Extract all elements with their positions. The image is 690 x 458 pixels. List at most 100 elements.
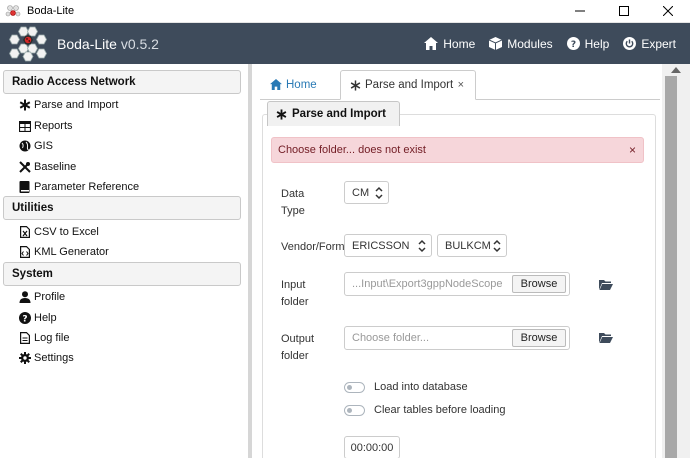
table-icon bbox=[18, 120, 31, 133]
sidebar-item-settings[interactable]: Settings bbox=[18, 349, 74, 367]
sidebar-item-parse-import[interactable]: Parse and Import bbox=[18, 96, 118, 114]
input-folder-label-line2: folder bbox=[281, 296, 309, 308]
tab-parse-import[interactable]: Parse and Import × bbox=[340, 70, 476, 100]
file-code-icon bbox=[18, 246, 31, 259]
sidebar-item-label: Reports bbox=[34, 120, 73, 132]
sidebar-section-system: System bbox=[3, 262, 241, 286]
sidebar-item-profile[interactable]: Profile bbox=[18, 288, 65, 306]
toggle-switch[interactable] bbox=[344, 404, 365, 416]
tab-home-label: Home bbox=[286, 78, 317, 91]
sidebar-item-label: Log file bbox=[34, 332, 70, 344]
clear-tables-toggle[interactable]: Clear tables before loading bbox=[344, 404, 505, 416]
output-folder-label: Output folder bbox=[281, 331, 314, 365]
close-icon bbox=[663, 6, 673, 16]
tools-icon bbox=[18, 161, 31, 174]
nav-modules-label: Modules bbox=[507, 36, 553, 51]
nav-help-label: Help bbox=[584, 36, 610, 51]
data-type-select[interactable]: CM bbox=[344, 181, 389, 204]
cube-icon bbox=[489, 37, 503, 50]
sidebar-item-kml-generator[interactable]: KML Generator bbox=[18, 243, 109, 261]
close-window-button[interactable] bbox=[646, 0, 690, 22]
alert-message: Choose folder... does not exist bbox=[278, 144, 426, 156]
sidebar-item-label: Baseline bbox=[34, 161, 77, 173]
load-into-database-toggle[interactable]: Load into database bbox=[344, 381, 468, 393]
input-folder-label: Input folder bbox=[281, 277, 309, 311]
window-titlebar: Boda-Lite bbox=[0, 0, 690, 23]
data-type-label: Data Type bbox=[281, 186, 305, 220]
sidebar-item-label: GIS bbox=[34, 140, 53, 152]
file-excel-icon bbox=[18, 226, 31, 239]
toggle-switch[interactable] bbox=[344, 381, 365, 393]
chevron-updown-icon bbox=[375, 186, 383, 200]
input-browse-button[interactable]: Browse bbox=[512, 275, 566, 293]
output-browse-button[interactable]: Browse bbox=[512, 329, 566, 347]
maximize-button[interactable] bbox=[602, 0, 646, 22]
sidebar-item-gis[interactable]: GIS bbox=[18, 137, 53, 155]
folder-open-icon[interactable] bbox=[599, 279, 613, 291]
vendor-select[interactable]: ERICSSON bbox=[344, 234, 432, 257]
nav-help[interactable]: ? Help bbox=[566, 36, 610, 51]
vendor-value: ERICSSON bbox=[352, 239, 410, 252]
nav-home[interactable]: Home bbox=[424, 37, 475, 51]
input-folder-value: ...Input\Export3gppNodeScope bbox=[352, 278, 503, 290]
output-folder-field[interactable]: Choose folder... Browse bbox=[344, 326, 570, 350]
format-select[interactable]: BULKCM bbox=[437, 234, 507, 257]
window-title: Boda-Lite bbox=[27, 5, 75, 17]
svg-text:?: ? bbox=[22, 315, 27, 325]
input-folder-field[interactable]: ...Input\Export3gppNodeScope Browse bbox=[344, 272, 570, 296]
user-icon bbox=[18, 291, 31, 304]
sidebar-item-help[interactable]: ? Help bbox=[18, 309, 57, 327]
tab-close-button[interactable]: × bbox=[458, 79, 464, 91]
power-icon bbox=[623, 37, 637, 50]
help-icon: ? bbox=[18, 312, 31, 325]
data-type-value: CM bbox=[352, 186, 370, 199]
sidebar-section-utilities: Utilities bbox=[3, 196, 241, 220]
top-navbar: Boda-Lite v0.5.2 Home Modules ? Help Exp… bbox=[0, 23, 690, 64]
maximize-icon bbox=[619, 6, 629, 16]
clear-tables-label: Clear tables before loading bbox=[374, 404, 506, 416]
sidebar-item-baseline[interactable]: Baseline bbox=[18, 158, 76, 176]
brand-logo-icon bbox=[9, 26, 47, 62]
minimize-icon bbox=[575, 10, 585, 12]
panel-title-label: Parse and Import bbox=[292, 108, 386, 120]
input-folder-label-line1: Input bbox=[281, 279, 306, 291]
error-alert: Choose folder... does not exist × bbox=[271, 137, 644, 163]
gear-icon bbox=[18, 352, 31, 365]
minimize-button[interactable] bbox=[558, 0, 602, 22]
svg-text:?: ? bbox=[571, 40, 576, 50]
sidebar-item-label: Help bbox=[34, 312, 57, 324]
home-icon bbox=[270, 79, 282, 90]
folder-open-icon[interactable] bbox=[599, 332, 613, 344]
sidebar-item-label: Profile bbox=[34, 291, 66, 303]
output-folder-label-line1: Output bbox=[281, 333, 315, 345]
format-value: BULKCM bbox=[445, 239, 491, 252]
brand-title: Boda-Lite v0.5.2 bbox=[57, 36, 159, 52]
brand-name: Boda-Lite bbox=[57, 36, 117, 52]
sidebar-item-label: CSV to Excel bbox=[34, 226, 99, 238]
nav-expert[interactable]: Expert bbox=[623, 37, 676, 51]
home-icon bbox=[424, 37, 439, 50]
help-icon: ? bbox=[566, 37, 580, 50]
sidebar-item-log-file[interactable]: Log file bbox=[18, 329, 69, 347]
output-folder-label-line2: folder bbox=[281, 350, 309, 362]
chevron-updown-icon bbox=[493, 239, 501, 253]
scroll-up-arrow-icon[interactable] bbox=[671, 66, 681, 74]
main-content: Home Parse and Import × Parse and Import… bbox=[252, 64, 662, 458]
tab-home[interactable]: Home bbox=[270, 70, 317, 99]
sidebar-item-csv-to-excel[interactable]: CSV to Excel bbox=[18, 223, 99, 241]
nav-home-label: Home bbox=[443, 36, 476, 51]
elapsed-time-display: 00:00:00 bbox=[344, 436, 400, 458]
book-icon bbox=[18, 181, 31, 194]
asterisk-icon bbox=[350, 79, 361, 91]
sidebar-item-label: Settings bbox=[34, 352, 74, 364]
alert-close-button[interactable]: × bbox=[629, 138, 636, 162]
sidebar-item-reports[interactable]: Reports bbox=[18, 117, 73, 135]
nav-expert-label: Expert bbox=[641, 36, 676, 51]
asterisk-icon bbox=[276, 108, 287, 120]
app-icon bbox=[5, 5, 21, 17]
globe-icon bbox=[18, 140, 31, 153]
scrollbar-thumb[interactable] bbox=[665, 76, 677, 458]
nav-modules[interactable]: Modules bbox=[489, 36, 553, 51]
vendor-format-label: Vendor/Form bbox=[281, 241, 345, 253]
sidebar-item-parameter-reference[interactable]: Parameter Reference bbox=[18, 178, 139, 196]
